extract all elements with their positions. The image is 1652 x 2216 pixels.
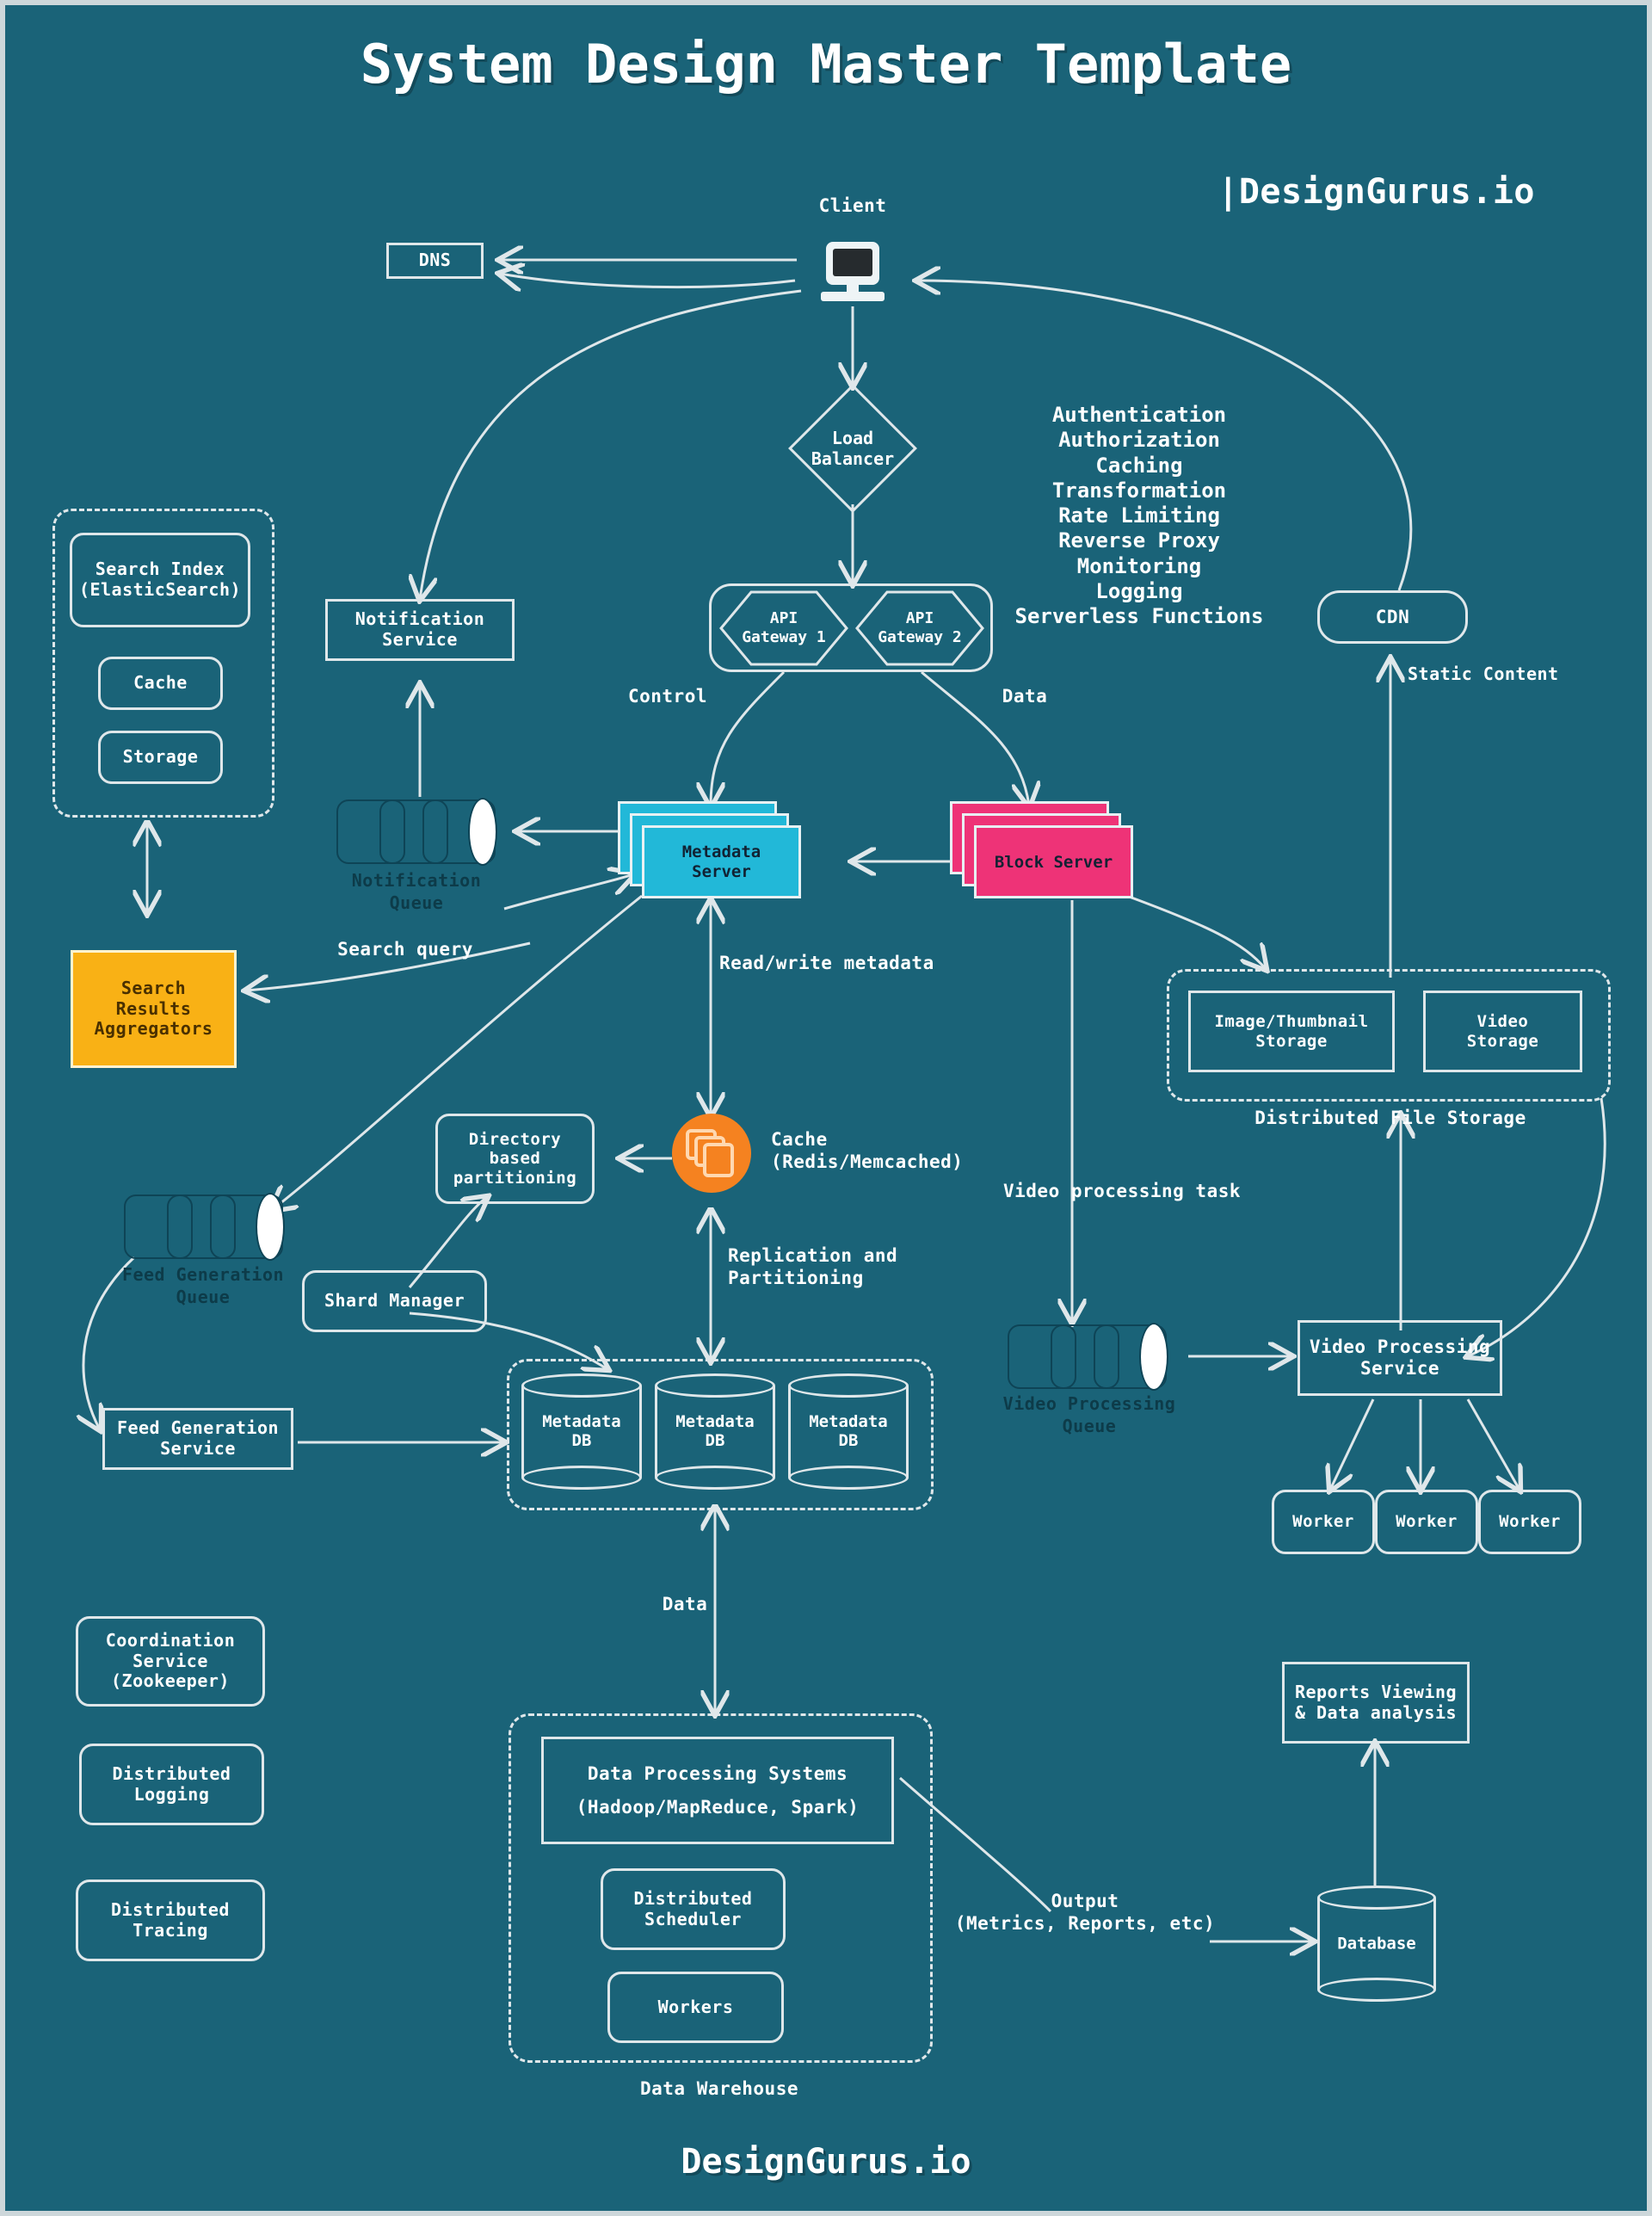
block-server-card-front: Block Server bbox=[974, 825, 1133, 898]
node-metadata-db-3[interactable]: Metadata DB bbox=[788, 1373, 909, 1490]
node-shard-manager[interactable]: Shard Manager bbox=[302, 1270, 487, 1332]
node-search-index[interactable]: Search Index (ElasticSearch) bbox=[70, 533, 250, 627]
node-feed-generation-queue[interactable] bbox=[124, 1193, 285, 1261]
gateway-feature: Serverless Functions bbox=[1014, 604, 1264, 629]
client-label: Client bbox=[818, 195, 887, 216]
queue-head bbox=[1139, 1323, 1168, 1391]
edge-label-search-query: Search query bbox=[337, 939, 473, 960]
cylinder-top bbox=[788, 1373, 909, 1398]
client-icon[interactable] bbox=[821, 242, 885, 302]
feed-generation-queue-label: Feed Generation Queue bbox=[121, 1264, 285, 1307]
node-dns[interactable]: DNS bbox=[386, 243, 484, 279]
cache-label: Cache (Redis/Memcached) bbox=[771, 1129, 964, 1173]
node-notification-queue[interactable] bbox=[336, 798, 497, 866]
queue-head bbox=[468, 798, 497, 866]
gateway-feature: Logging bbox=[1095, 578, 1183, 603]
cylinder-top bbox=[655, 1373, 775, 1398]
gateway-feature: Authentication bbox=[1051, 403, 1227, 427]
edge-label-read-write-metadata: Read/write metadata bbox=[719, 953, 934, 973]
page-title: System Design Master Template bbox=[360, 33, 1292, 96]
node-distributed-tracing[interactable]: Distributed Tracing bbox=[76, 1880, 265, 1961]
brand-label: |DesignGurus.io bbox=[1217, 172, 1535, 212]
node-video-processing-service[interactable]: Video Processing Service bbox=[1298, 1320, 1502, 1396]
node-distributed-logging[interactable]: Distributed Logging bbox=[79, 1744, 264, 1825]
client-screen-inner bbox=[833, 249, 872, 276]
node-block-server[interactable]: Block Server bbox=[950, 801, 1135, 900]
node-notification-service[interactable]: Notification Service bbox=[325, 599, 515, 661]
client-base bbox=[821, 292, 885, 301]
data-warehouse-label: Data Warehouse bbox=[639, 2078, 798, 2099]
edge-label-data-warehouse: Data bbox=[662, 1594, 708, 1614]
node-video-storage[interactable]: Video Storage bbox=[1423, 991, 1582, 1072]
cylinder-bottom bbox=[788, 1466, 909, 1490]
node-distributed-scheduler[interactable]: Distributed Scheduler bbox=[601, 1868, 786, 1950]
cylinder-bottom bbox=[1317, 1978, 1436, 2002]
queue-head bbox=[256, 1193, 285, 1261]
node-directory-based-partitioning[interactable]: Directory based partitioning bbox=[435, 1114, 595, 1204]
node-cache[interactable] bbox=[672, 1114, 751, 1193]
data-processing-systems-title: Data Processing Systems bbox=[587, 1762, 848, 1784]
node-metadata-db-2[interactable]: Metadata DB bbox=[655, 1373, 775, 1490]
cylinder-bottom bbox=[521, 1466, 642, 1490]
metadata-server-card-front: Metadata Server bbox=[642, 825, 801, 898]
node-cdn[interactable]: CDN bbox=[1317, 590, 1468, 644]
node-reports-viewing[interactable]: Reports Viewing & Data analysis bbox=[1282, 1662, 1470, 1744]
node-video-processing-queue[interactable] bbox=[1008, 1323, 1168, 1391]
edge-label-data-gateway: Data bbox=[1002, 686, 1048, 707]
gateway-feature: Transformation bbox=[1051, 478, 1227, 503]
node-coordination-service[interactable]: Coordination Service (Zookeeper) bbox=[76, 1616, 265, 1707]
edge-label-video-processing-task: Video processing task bbox=[1003, 1181, 1242, 1201]
gateway-features-list: Authentication Authorization Caching Tra… bbox=[1010, 403, 1268, 629]
gateway-feature: Rate Limiting bbox=[1058, 503, 1220, 528]
gateway-feature: Authorization bbox=[1058, 428, 1220, 453]
node-metadata-server[interactable]: Metadata Server bbox=[618, 801, 803, 900]
gateway-feature: Monitoring bbox=[1076, 553, 1202, 578]
node-feed-generation-service[interactable]: Feed Generation Service bbox=[102, 1408, 293, 1470]
gateway-feature: Caching bbox=[1095, 453, 1183, 478]
cylinder-top bbox=[521, 1373, 642, 1398]
node-api-gateway-2[interactable]: API Gateway 2 bbox=[855, 590, 984, 666]
node-dw-workers[interactable]: Workers bbox=[607, 1972, 784, 2043]
video-processing-queue-label: Video Processing Queue bbox=[1002, 1393, 1176, 1436]
cylinder-top bbox=[1317, 1886, 1436, 1910]
node-search-cache[interactable]: Cache bbox=[98, 657, 223, 710]
node-metadata-db-1[interactable]: Metadata DB bbox=[521, 1373, 642, 1490]
edge-label-control: Control bbox=[627, 686, 707, 707]
node-worker-3[interactable]: Worker bbox=[1478, 1490, 1581, 1554]
distributed-file-storage-label: Distributed File Storage bbox=[1254, 1108, 1526, 1128]
metadata-server-label: Metadata Server bbox=[681, 842, 761, 881]
gateway-feature: Reverse Proxy bbox=[1058, 528, 1220, 553]
database-label: Database bbox=[1337, 1934, 1416, 1954]
diagram-canvas: System Design Master Template |DesignGur… bbox=[0, 0, 1652, 2216]
edge-label-replication-partitioning: Replication and Partitioning bbox=[728, 1245, 898, 1289]
block-server-label: Block Server bbox=[994, 852, 1113, 872]
notification-queue-label: Notification Queue bbox=[351, 870, 482, 913]
node-database[interactable]: Database bbox=[1317, 1886, 1436, 2002]
node-image-thumbnail-storage[interactable]: Image/Thumbnail Storage bbox=[1188, 991, 1395, 1072]
data-processing-systems-subtitle: (Hadoop/MapReduce, Spark) bbox=[576, 1796, 860, 1818]
node-worker-2[interactable]: Worker bbox=[1375, 1490, 1478, 1554]
cache-page-front bbox=[703, 1143, 734, 1177]
edge-label-output: Output (Metrics, Reports, etc) bbox=[954, 1891, 1216, 1935]
node-search-storage[interactable]: Storage bbox=[98, 731, 223, 784]
node-search-results-aggregators[interactable]: Search Results Aggregators bbox=[71, 950, 237, 1068]
footer-brand: DesignGurus.io bbox=[681, 2142, 971, 2182]
cylinder-bottom bbox=[655, 1466, 775, 1490]
node-worker-1[interactable]: Worker bbox=[1272, 1490, 1375, 1554]
node-load-balancer[interactable]: Load Balancer bbox=[784, 384, 922, 513]
metadata-db-label: Metadata DB bbox=[809, 1411, 888, 1451]
metadata-db-label: Metadata DB bbox=[542, 1411, 621, 1451]
node-data-processing-systems[interactable]: Data Processing Systems (Hadoop/MapReduc… bbox=[541, 1737, 894, 1844]
edge-label-static-content: Static Content bbox=[1408, 664, 1559, 684]
load-balancer-label: Load Balancer bbox=[811, 428, 895, 469]
node-api-gateway-1[interactable]: API Gateway 1 bbox=[719, 590, 848, 666]
metadata-db-label: Metadata DB bbox=[675, 1411, 755, 1451]
